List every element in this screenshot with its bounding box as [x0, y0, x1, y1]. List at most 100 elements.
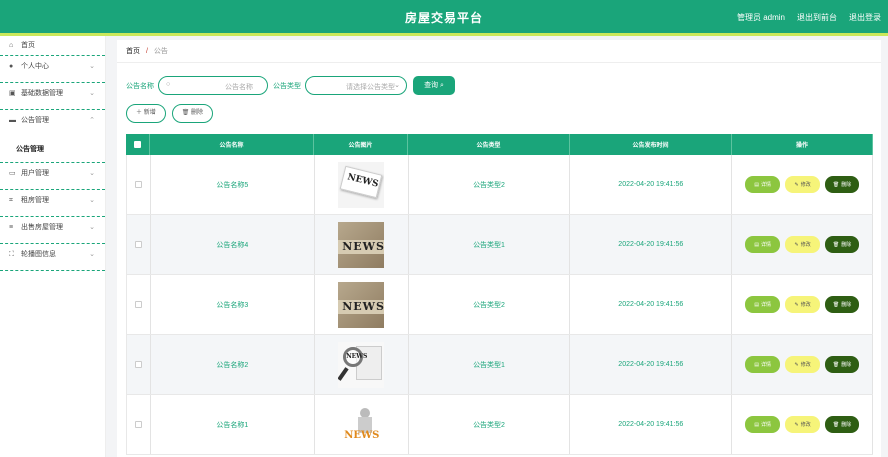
detail-button[interactable]: ▤ 详情: [745, 176, 781, 193]
cell-name: 公告名称1: [151, 395, 315, 454]
delete-button[interactable]: 🗑 删除: [825, 236, 860, 253]
cell-ops: ▤ 详情 ✎ 修改 🗑 删除: [732, 335, 873, 394]
sidebar-item-profile[interactable]: ● 个人中心 ⌄: [0, 56, 105, 83]
query-button[interactable]: 查询 ⌕: [413, 76, 455, 95]
sidebar-item-label: 轮播图信息: [20, 251, 56, 258]
detail-button[interactable]: ▤ 详情: [745, 236, 781, 253]
cell-type: 公告类型2: [409, 395, 571, 454]
sidebar-item-carousel[interactable]: ⛶ 轮播图信息 ⌄: [0, 244, 105, 271]
detail-button[interactable]: ▤ 详情: [745, 416, 781, 433]
cell-image: NEWS: [315, 335, 409, 394]
chevron-down-icon: ⌄: [89, 197, 95, 204]
row-checkbox[interactable]: [134, 241, 142, 248]
edit-button[interactable]: ✎ 修改: [785, 356, 821, 373]
top-header: 房屋交易平台 管理员 admin 退出到前台 退出登录: [0, 0, 888, 33]
batch-delete-label: 删除: [191, 110, 204, 116]
action-bar: ＋ 新增 🗑 删除: [126, 104, 214, 123]
edit-button-label: 修改: [800, 362, 811, 368]
breadcrumb: 首页 / 公告: [126, 46, 168, 56]
delete-button-label: 删除: [841, 362, 852, 368]
list-icon: ≡: [9, 224, 14, 231]
detail-button-label: 详情: [760, 302, 771, 308]
header-image: 公告图片: [314, 134, 408, 155]
edit-button[interactable]: ✎ 修改: [785, 296, 821, 313]
current-user: 管理员 admin: [736, 13, 785, 22]
delete-button[interactable]: 🗑 删除: [825, 416, 860, 433]
cell-name: 公告名称3: [151, 275, 315, 334]
edit-button[interactable]: ✎ 修改: [785, 176, 821, 193]
doc-icon: ▤: [754, 361, 759, 368]
sidebar-item-home[interactable]: ⌂ 首页: [0, 36, 105, 56]
breadcrumb-home[interactable]: 首页: [126, 48, 140, 55]
detail-button[interactable]: ▤ 详情: [745, 356, 781, 373]
cell-time: 2022-04-20 19:41:56: [570, 275, 733, 334]
breadcrumb-separator: /: [145, 48, 148, 55]
delete-button[interactable]: 🗑 删除: [825, 356, 860, 373]
chevron-up-icon: ⌃: [89, 117, 95, 124]
doc-icon: ▤: [754, 301, 759, 308]
search-icon: ⌕: [440, 82, 444, 89]
add-button-label: 新增: [143, 110, 156, 116]
edit-icon: ✎: [794, 301, 799, 308]
back-to-frontend-link[interactable]: 退出到前台: [797, 12, 837, 23]
search-type-placeholder: 请选择公告类型: [346, 84, 395, 91]
row-checkbox[interactable]: [134, 301, 142, 308]
detail-button-label: 详情: [760, 362, 771, 368]
row-select-cell: [127, 155, 151, 214]
sidebar-item-label: 个人中心: [20, 63, 49, 70]
edit-button[interactable]: ✎ 修改: [785, 236, 821, 253]
batch-delete-button[interactable]: 🗑 删除: [171, 104, 214, 123]
add-button[interactable]: ＋ 新增: [126, 104, 166, 123]
delete-button[interactable]: 🗑 删除: [825, 296, 860, 313]
edit-icon: ✎: [794, 361, 799, 368]
main-content: 首页 / 公告 公告名称 ○ 公告名称 公告类型 请选择公告类型 ⌄ 查询 ⌕ …: [117, 40, 881, 457]
chevron-down-icon: ⌄: [89, 251, 95, 258]
edit-button[interactable]: ✎ 修改: [785, 416, 821, 433]
row-checkbox[interactable]: [134, 421, 142, 428]
search-name-label: 公告名称: [126, 82, 154, 90]
delete-button[interactable]: 🗑 删除: [825, 176, 860, 193]
detail-button-label: 详情: [760, 242, 771, 248]
row-checkbox[interactable]: [134, 181, 142, 188]
cell-time: 2022-04-20 19:41:56: [570, 155, 733, 214]
trash-icon: 🗑: [832, 421, 840, 428]
chevron-down-icon: ⌄: [89, 63, 95, 70]
news-image: NEWS: [338, 281, 385, 328]
table-row: 公告名称2 NEWS 公告类型1 2022-04-20 19:41:56 ▤ 详情…: [126, 335, 873, 395]
cell-image: NEWS: [315, 215, 409, 274]
doc-icon: ▤: [754, 181, 759, 188]
chevron-down-icon: ⌄: [89, 224, 95, 231]
sidebar-item-label: 公告管理: [20, 117, 49, 124]
row-checkbox[interactable]: [134, 361, 142, 368]
sidebar-item-base-data[interactable]: ▣ 基础数据管理 ⌄: [0, 83, 105, 110]
search-name-input[interactable]: ○ 公告名称: [158, 76, 268, 95]
row-select-cell: [127, 395, 151, 454]
edit-button-label: 修改: [800, 422, 811, 428]
header-type: 公告类型: [408, 134, 570, 155]
delete-button-label: 删除: [841, 182, 852, 188]
search-type-select[interactable]: 请选择公告类型 ⌄: [305, 76, 407, 95]
edit-button-label: 修改: [800, 302, 811, 308]
trash-icon: 🗑: [181, 110, 190, 116]
select-all-checkbox[interactable]: [134, 141, 141, 148]
detail-button[interactable]: ▤ 详情: [745, 296, 781, 313]
table-row: 公告名称1 NEWS 公告类型2 2022-04-20 19:41:56 ▤ 详情…: [126, 395, 873, 455]
home-icon: ⌂: [9, 42, 14, 49]
edit-icon: ✎: [794, 241, 799, 248]
detail-button-label: 详情: [760, 422, 771, 428]
header-name: 公告名称: [150, 134, 314, 155]
cell-image: NEWS: [315, 155, 409, 214]
sidebar-item-rental[interactable]: ⌗ 租房管理 ⌄: [0, 190, 105, 217]
sidebar-subitem-notice-manage[interactable]: 公告管理: [0, 137, 105, 163]
cell-ops: ▤ 详情 ✎ 修改 🗑 删除: [732, 275, 873, 334]
sidebar-item-label: 首页: [20, 42, 35, 49]
sidebar-item-sale[interactable]: ≡ 出售房屋管理 ⌄: [0, 217, 105, 244]
sidebar-item-notice[interactable]: ▬ 公告管理 ⌃: [0, 110, 105, 137]
sidebar-item-users[interactable]: ▭ 用户管理 ⌄: [0, 163, 105, 190]
chevron-down-icon: ⌄: [394, 82, 400, 89]
logout-link[interactable]: 退出登录: [849, 12, 881, 23]
cell-time: 2022-04-20 19:41:56: [570, 215, 733, 274]
cell-name: 公告名称2: [151, 335, 315, 394]
news-image: NEWS: [338, 341, 385, 388]
row-select-cell: [127, 335, 151, 394]
